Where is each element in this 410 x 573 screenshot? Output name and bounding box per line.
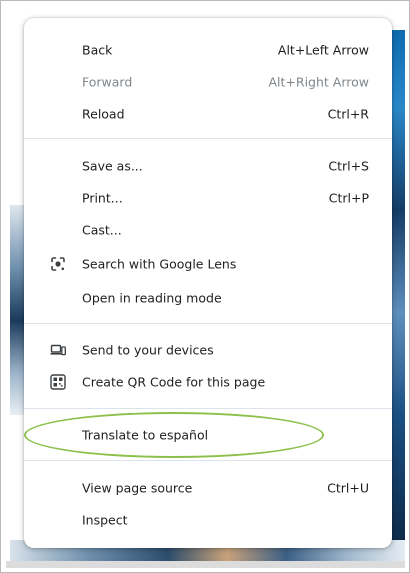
window-bottom-strip	[6, 561, 405, 568]
qr-code-icon	[50, 374, 66, 390]
google-lens-icon	[50, 256, 66, 272]
menu-item-print[interactable]: Print... Ctrl+P	[24, 182, 392, 214]
menu-item-translate[interactable]: Translate to español	[24, 419, 392, 451]
menu-item-label: Cast...	[82, 222, 122, 238]
menu-item-label: Search with Google Lens	[82, 256, 237, 272]
devices-icon	[50, 342, 66, 358]
menu-item-label: Save as...	[82, 158, 143, 174]
menu-item-label: Inspect	[82, 512, 128, 528]
menu-item-forward[interactable]: Forward Alt+Right Arrow	[24, 66, 392, 98]
menu-item-shortcut: Ctrl+R	[327, 106, 369, 122]
menu-item-label: Print...	[82, 190, 123, 206]
menu-item-open-in-reading-mode[interactable]: Open in reading mode	[24, 282, 392, 314]
background-page-right	[391, 30, 405, 545]
menu-item-shortcut: Ctrl+S	[328, 158, 369, 174]
menu-item-label: Translate to español	[82, 427, 209, 443]
menu-item-label: View page source	[82, 480, 193, 496]
menu-item-create-qr-code[interactable]: Create QR Code for this page	[24, 366, 392, 398]
menu-separator	[24, 460, 392, 461]
menu-item-cast[interactable]: Cast...	[24, 214, 392, 246]
menu-item-inspect[interactable]: Inspect	[24, 504, 392, 536]
menu-item-back[interactable]: Back Alt+Left Arrow	[24, 34, 392, 66]
menu-item-label: Forward	[82, 74, 133, 90]
menu-item-label: Create QR Code for this page	[82, 374, 266, 390]
menu-item-shortcut: Ctrl+P	[328, 190, 369, 206]
background-page-left	[10, 205, 24, 415]
menu-item-reload[interactable]: Reload Ctrl+R	[24, 98, 392, 130]
menu-item-save-as[interactable]: Save as... Ctrl+S	[24, 150, 392, 182]
menu-item-shortcut: Ctrl+U	[327, 480, 369, 496]
menu-item-shortcut: Alt+Left Arrow	[277, 42, 369, 58]
menu-separator	[24, 138, 392, 139]
menu-item-label: Send to your devices	[82, 342, 214, 358]
menu-item-search-with-google-lens[interactable]: Search with Google Lens	[24, 248, 392, 280]
menu-separator	[24, 323, 392, 324]
menu-item-label: Open in reading mode	[82, 290, 222, 306]
context-menu: Back Alt+Left Arrow Forward Alt+Right Ar…	[24, 18, 392, 548]
menu-item-view-page-source[interactable]: View page source Ctrl+U	[24, 472, 392, 504]
menu-separator	[24, 408, 392, 409]
menu-item-send-to-your-devices[interactable]: Send to your devices	[24, 334, 392, 366]
menu-item-shortcut: Alt+Right Arrow	[268, 74, 370, 90]
menu-item-label: Back	[82, 42, 113, 58]
menu-item-label: Reload	[82, 106, 125, 122]
